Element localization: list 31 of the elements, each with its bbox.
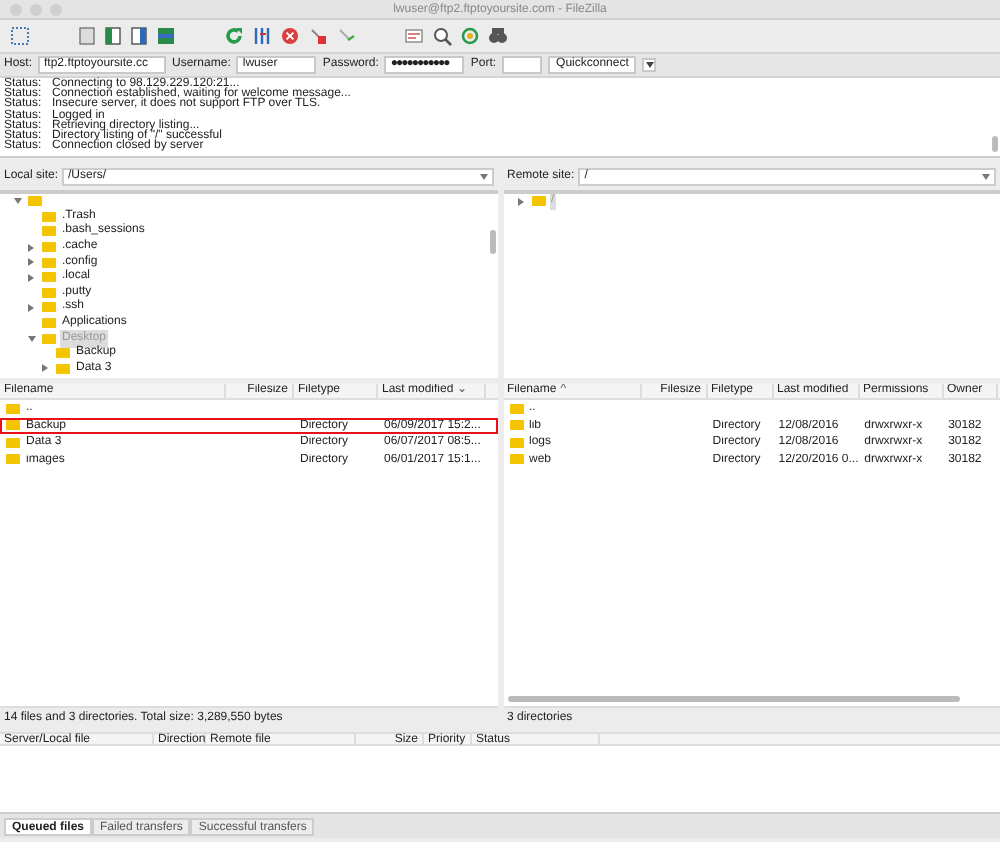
message-log-icon[interactable] <box>78 26 96 46</box>
expand-arrow-icon[interactable] <box>517 197 523 206</box>
expand-arrow-icon[interactable] <box>28 303 34 312</box>
remote-tree-icon[interactable] <box>130 26 148 46</box>
caret-icon <box>982 173 990 179</box>
filter-icon[interactable] <box>252 26 272 46</box>
caret-icon <box>645 62 654 68</box>
expand-arrow-icon[interactable] <box>28 273 34 282</box>
binoculars-icon[interactable] <box>488 26 508 46</box>
scrollbar-thumb[interactable] <box>489 230 495 254</box>
scrollbar-thumb[interactable] <box>507 696 960 702</box>
dropdown-button[interactable] <box>642 58 657 72</box>
folder-icon <box>531 196 545 207</box>
sync-icon[interactable] <box>460 26 480 46</box>
refresh-icon[interactable] <box>224 26 244 46</box>
cancel-icon[interactable] <box>280 26 300 46</box>
caret-icon <box>479 173 487 179</box>
expand-arrow-icon[interactable] <box>14 198 22 205</box>
compare-icon[interactable] <box>404 26 424 46</box>
disconnect-icon[interactable] <box>308 26 328 46</box>
expand-arrow-icon[interactable] <box>28 258 34 267</box>
input-field[interactable] <box>502 56 543 74</box>
expand-arrow-icon[interactable] <box>28 335 36 342</box>
site-manager-icon[interactable] <box>10 26 30 46</box>
scrollbar-thumb[interactable] <box>992 136 998 152</box>
search-icon[interactable] <box>432 26 452 46</box>
local-tree-icon[interactable] <box>104 26 122 46</box>
expand-arrow-icon[interactable] <box>28 243 34 252</box>
expand-arrow-icon[interactable] <box>42 364 48 373</box>
queue-icon[interactable] <box>156 26 176 46</box>
reconnect-icon[interactable] <box>336 26 356 46</box>
